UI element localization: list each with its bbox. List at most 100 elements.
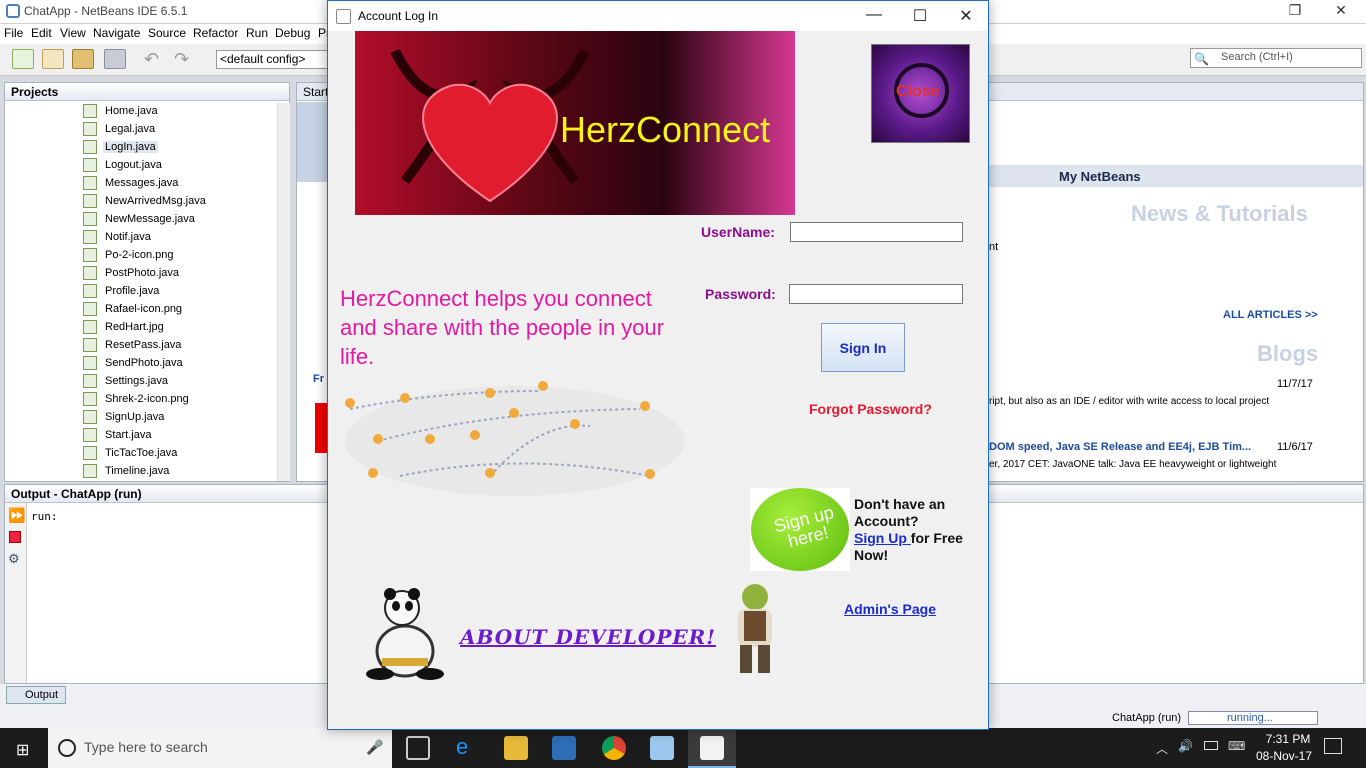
project-file-label: TicTacToe.java [105, 447, 178, 459]
project-file-label: Po-2-icon.png [105, 249, 174, 261]
new-project-icon[interactable] [42, 49, 64, 69]
projects-header: Projects [5, 83, 289, 101]
menu-debug[interactable]: Debug [275, 26, 310, 40]
taskbar: ⊞ Type here to search 🎤 e ︿ 🔊 ⌨ 7:31 PM … [0, 728, 1366, 768]
run-progress: running... [1188, 711, 1318, 725]
rerun-icon[interactable]: ⏩ [8, 507, 25, 524]
open-project-icon[interactable] [72, 49, 94, 69]
tab-start[interactable]: Start [303, 85, 328, 99]
clock-time[interactable]: 7:31 PM [1258, 732, 1318, 746]
edge-icon[interactable]: e [456, 736, 480, 760]
project-file-label: PostPhoto.java [105, 267, 179, 279]
microphone-icon[interactable]: 🎤 [366, 739, 383, 756]
menu-view[interactable]: View [60, 26, 86, 40]
admin-page-link[interactable]: Admin's Page [844, 601, 936, 617]
java-file-icon [83, 266, 97, 280]
project-file-label: LogIn.java [103, 141, 158, 153]
project-file-label: Profile.java [105, 285, 160, 297]
project-file-label: Notif.java [105, 231, 151, 243]
windows-start-icon[interactable]: ⊞ [16, 740, 29, 760]
project-file-label: SendPhoto.java [105, 357, 183, 369]
sign-up-link[interactable]: Sign Up [854, 530, 911, 546]
project-file-label: Legal.java [105, 123, 156, 135]
virtualbox-icon[interactable] [650, 736, 674, 760]
project-file-label: Settings.java [105, 375, 168, 387]
java-file-icon [83, 140, 97, 154]
tab-output[interactable]: Output [6, 686, 66, 704]
menu-file[interactable]: File [4, 26, 23, 40]
volume-icon[interactable]: 🔊 [1178, 739, 1193, 753]
blogs-heading: Blogs [1257, 341, 1319, 366]
java-file-icon [83, 338, 97, 352]
project-file-label: Home.java [105, 105, 158, 117]
blog1-text: ript, but also as an IDE / editor with w… [989, 396, 1270, 407]
java-file-icon [83, 464, 97, 478]
restore-icon[interactable]: ❐ [1280, 2, 1310, 22]
maximize-icon[interactable]: ☐ [902, 6, 938, 26]
all-articles-link[interactable]: ALL ARTICLES >> [1223, 309, 1318, 321]
java-file-icon [83, 122, 97, 136]
tray-chevron-icon[interactable]: ︿ [1156, 740, 1168, 757]
tagline: HerzConnect helps you connect and share … [340, 286, 665, 369]
project-file-label: Timeline.java [105, 465, 170, 477]
sign-in-button[interactable]: Sign In [821, 323, 905, 372]
redo-icon[interactable]: ↷ [174, 49, 196, 69]
java-window-icon [336, 9, 351, 24]
ide-title: ChatApp - NetBeans IDE 6.5.1 [24, 4, 188, 18]
brand-name: HerzConnect [560, 109, 771, 150]
blog1-date: 11/7/17 [1277, 378, 1313, 390]
clock-date[interactable]: 08-Nov-17 [1252, 749, 1316, 763]
java-app-taskbar-item[interactable] [688, 728, 736, 768]
dialog-close-icon[interactable]: ✕ [948, 6, 984, 26]
start-page-red-bar [315, 403, 327, 453]
network-icon[interactable]: ⌨ [1228, 739, 1245, 753]
file-explorer-icon[interactable] [504, 736, 528, 760]
world-network-map-icon [345, 381, 685, 496]
java-file-icon [83, 428, 97, 442]
java-file-icon [83, 284, 97, 298]
cortana-icon [58, 739, 76, 757]
start-page-fragment: Fr [313, 373, 324, 385]
settings-icon[interactable]: ⚙ [8, 551, 20, 567]
notifications-icon[interactable] [1324, 738, 1342, 754]
ide-search-input[interactable]: Search (Ctrl+I) [1190, 48, 1362, 68]
taskbar-search-input[interactable]: Type here to search [48, 728, 392, 768]
username-input[interactable] [790, 222, 963, 242]
config-select[interactable]: <default config> [216, 50, 328, 69]
projects-scrollbar[interactable] [277, 103, 290, 481]
signup-line: Sign Up for Free Now! [854, 530, 988, 564]
close-app-button[interactable]: Close [871, 44, 970, 143]
task-view-icon[interactable] [406, 736, 430, 760]
java-file-icon [83, 176, 97, 190]
menu-edit[interactable]: Edit [31, 26, 52, 40]
signup-badge[interactable]: Sign up here! [750, 488, 850, 571]
undo-icon[interactable]: ↶ [144, 49, 166, 69]
stop-icon[interactable] [9, 531, 21, 543]
herzconnect-banner: HerzConnect [355, 31, 795, 215]
new-file-icon[interactable] [12, 49, 34, 69]
store-icon[interactable] [552, 736, 576, 760]
project-file-label: Rafael-icon.png [105, 303, 183, 315]
save-all-icon[interactable] [104, 49, 126, 69]
java-icon [700, 736, 724, 760]
menu-source[interactable]: Source [148, 26, 186, 40]
dialog-title-bar: Account Log In — ☐ ✕ [328, 1, 988, 31]
dont-have-account-text: Don't have an Account? [854, 496, 946, 529]
menu-run[interactable]: Run [246, 26, 268, 40]
project-file-label: NewMessage.java [105, 213, 195, 225]
project-file-label: Messages.java [105, 177, 179, 189]
projects-panel: Projects Home.java Legal.java LogIn.java Lo… [4, 82, 290, 482]
close-icon[interactable]: ✕ [1326, 2, 1356, 22]
password-input[interactable] [789, 284, 963, 304]
battery-icon[interactable] [1204, 741, 1218, 750]
chrome-icon[interactable] [602, 736, 626, 760]
forgot-password-link[interactable]: Forgot Password? [809, 401, 932, 417]
menu-navigate[interactable]: Navigate [93, 26, 140, 40]
shrek-icon [738, 584, 772, 673]
about-developer-link[interactable]: ABOUT DEVELOPER! [460, 625, 716, 649]
minimize-icon[interactable]: — [856, 6, 892, 26]
java-file-icon [83, 230, 97, 244]
blog2-title[interactable]: DOM speed, Java SE Release and EE4j, EJB… [989, 441, 1251, 453]
menu-refactor[interactable]: Refactor [193, 26, 238, 40]
java-file-icon [83, 104, 97, 118]
